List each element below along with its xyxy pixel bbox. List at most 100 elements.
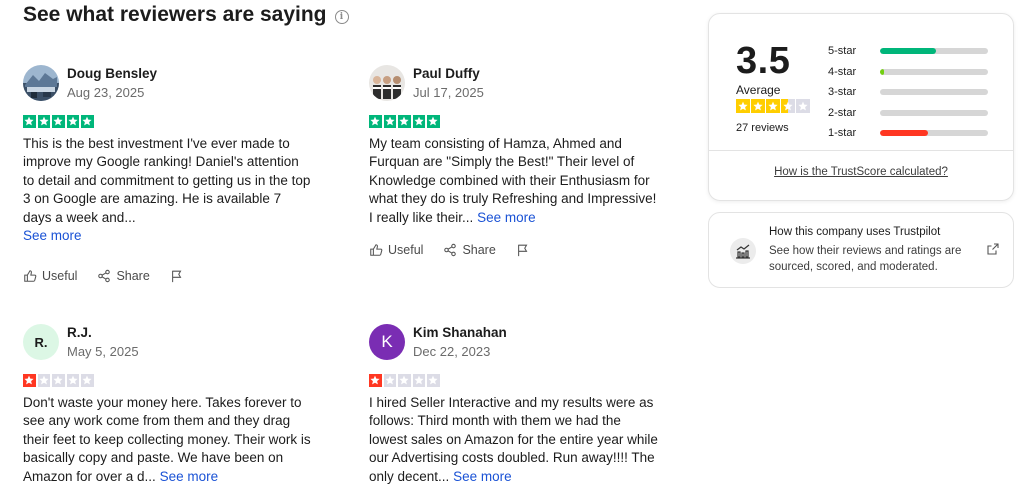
trustscore-calc-link[interactable]: How is the TrustScore calculated? [709,166,1013,178]
star-icon [52,374,65,387]
see-more-link[interactable]: See more [477,210,536,225]
useful-button[interactable]: Useful [23,269,77,283]
useful-label: Useful [42,268,78,283]
star-icon [81,115,94,128]
review-card: Doug Bensley Aug 23, 2025 This is the be… [23,65,313,283]
review-card: Paul Duffy Jul 17, 2025 My team consisti… [369,65,659,257]
review-date: May 5, 2025 [67,344,139,359]
distribution-label: 1-star [828,127,857,140]
star-rating [369,374,659,387]
distribution-bar [880,89,988,96]
star-icon [66,374,79,387]
distribution-bar-fill [880,130,928,137]
distribution-bar [880,48,988,55]
star-icon [766,99,780,113]
external-link-icon[interactable] [987,243,999,255]
reviewer-name[interactable]: Doug Bensley [67,66,157,81]
review-body: I hired Seller Interactive and my result… [369,394,658,484]
trustscore-card: 3.5 Average 27 reviews 5-star 4-star 3-sta… [708,13,1014,201]
distribution-label: 3-star [828,86,857,99]
distribution-bar-fill [880,68,885,75]
reviewer-name[interactable]: Kim Shanahan [413,325,507,340]
trustscore-stars [736,99,810,113]
distribution-bar [880,109,988,116]
star-icon [52,115,65,128]
reviewer-name[interactable]: R.J. [67,325,139,340]
share-label: Share [116,268,150,283]
distribution-label: 2-star [828,106,857,119]
review-date: Jul 17, 2025 [413,85,484,100]
trustscore-value: 3.5 [736,40,791,82]
star-rating [369,115,659,128]
company-uses-card[interactable]: How this company uses Trustpilot See how… [708,212,1014,288]
distribution-bar [880,130,988,137]
star-icon [398,115,411,128]
avatar[interactable] [369,65,405,101]
star-rating [23,115,313,128]
star-icon [66,115,79,128]
star-icon [37,115,50,128]
share-icon [444,243,457,257]
review-text: I hired Seller Interactive and my result… [369,394,659,487]
star-icon [398,374,411,387]
company-uses-title: How this company uses Trustpilot [769,226,941,238]
share-button[interactable]: Share [443,243,496,257]
report-flag-button[interactable] [516,243,530,257]
useful-button[interactable]: Useful [369,243,423,257]
star-rating [23,374,313,387]
thumbs-up-icon [24,269,37,282]
star-icon [781,99,795,113]
reviewer-name[interactable]: Paul Duffy [413,66,484,81]
distribution-row[interactable]: 1-star [828,123,988,144]
review-body: This is the best investment I've ever ma… [23,135,311,225]
see-more-link[interactable]: See more [23,228,82,243]
review-date: Aug 23, 2025 [67,85,145,100]
reviews-count[interactable]: 27 reviews [736,122,789,134]
star-icon [81,374,94,387]
report-flag-button[interactable] [170,269,184,283]
bar-chart-icon [730,238,756,264]
see-more-link[interactable]: See more [160,469,219,484]
reviews-heading: See what reviewers are saying i [23,3,349,27]
star-icon [383,115,396,128]
review-date: Dec 22, 2023 [413,344,491,359]
share-button[interactable]: Share [97,268,150,283]
avatar[interactable] [23,65,59,101]
star-icon [383,374,396,387]
distribution-row[interactable]: 3-star [828,82,988,103]
star-icon [751,99,765,113]
star-icon [412,115,425,128]
share-icon [98,269,111,282]
star-icon [37,374,50,387]
distribution-row[interactable]: 4-star [828,62,988,83]
avatar-initials: K [381,332,393,351]
company-uses-description: See how their reviews and ratings are so… [769,245,962,273]
distribution-row[interactable]: 5-star [828,41,988,62]
review-text: This is the best investment I've ever ma… [23,135,313,246]
star-icon [23,374,36,387]
star-icon [796,99,810,113]
useful-label: Useful [388,243,424,257]
share-label: Share [462,243,496,257]
reviews-heading-text: See what reviewers are saying [23,3,327,26]
distribution-bar [880,68,988,75]
distribution-row[interactable]: 2-star [828,103,988,124]
flag-icon [517,244,528,257]
avatar-initials: R. [34,334,48,350]
avatar[interactable]: K [369,324,405,360]
star-icon [369,374,382,387]
star-icon [412,374,425,387]
review-text: Don't waste your money here. Takes forev… [23,394,313,487]
rating-distribution: 5-star 4-star 3-star 2-star 1-star [828,41,988,144]
distribution-label: 4-star [828,65,857,78]
divider [709,150,1013,151]
review-text: My team consisting of Hamza, Ahmed and F… [369,135,659,228]
distribution-label: 5-star [828,45,857,58]
average-label: Average [736,83,781,97]
star-icon [427,115,440,128]
avatar[interactable]: R. [23,324,59,360]
star-icon [427,374,440,387]
info-icon[interactable]: i [334,9,349,24]
distribution-bar-fill [880,48,937,55]
see-more-link[interactable]: See more [453,469,512,484]
